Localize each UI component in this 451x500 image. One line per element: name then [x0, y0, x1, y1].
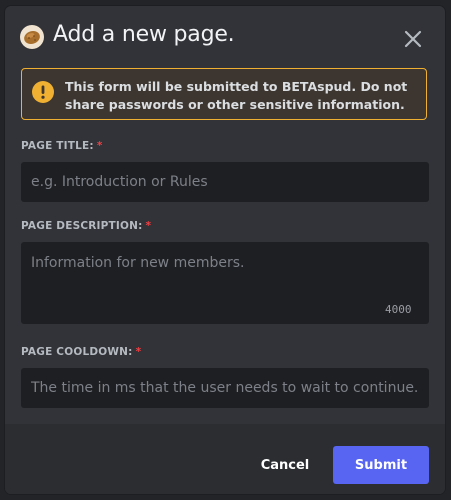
page-title-label-text: PAGE TITLE:	[21, 140, 94, 152]
required-marker: *	[145, 220, 152, 232]
warning-notice: This form will be submitted to BETAspud.…	[21, 68, 427, 120]
required-marker: *	[135, 346, 142, 358]
modal-footer: Cancel Submit	[5, 424, 445, 494]
warning-icon	[32, 81, 54, 103]
page-cooldown-label-text: PAGE COOLDOWN:	[21, 346, 133, 358]
page-description-input[interactable]	[21, 242, 429, 324]
warning-app-name: BETAspud	[281, 79, 352, 94]
page-description-label: PAGE DESCRIPTION: *	[21, 220, 151, 232]
modal-title: Add a new page.	[53, 22, 235, 47]
page-description-label-text: PAGE DESCRIPTION:	[21, 220, 143, 232]
cancel-button[interactable]: Cancel	[248, 446, 322, 484]
page-cooldown-label: PAGE COOLDOWN: *	[21, 346, 141, 358]
warning-text-prefix: This form will be submitted to	[65, 79, 282, 94]
page-cooldown-input[interactable]	[21, 368, 429, 408]
page-title-label: PAGE TITLE: *	[21, 140, 103, 152]
modal-header: Add a new page.	[5, 6, 445, 64]
character-limit-counter: 4000	[385, 303, 412, 316]
add-page-modal: Add a new page. This form will be submit…	[5, 6, 445, 494]
required-marker: *	[96, 140, 103, 152]
close-icon[interactable]	[401, 27, 425, 51]
warning-text: This form will be submitted to BETAspud.…	[65, 78, 415, 114]
submit-button[interactable]: Submit	[333, 446, 429, 484]
potato-icon	[20, 25, 44, 49]
page-title-input[interactable]	[21, 162, 429, 202]
